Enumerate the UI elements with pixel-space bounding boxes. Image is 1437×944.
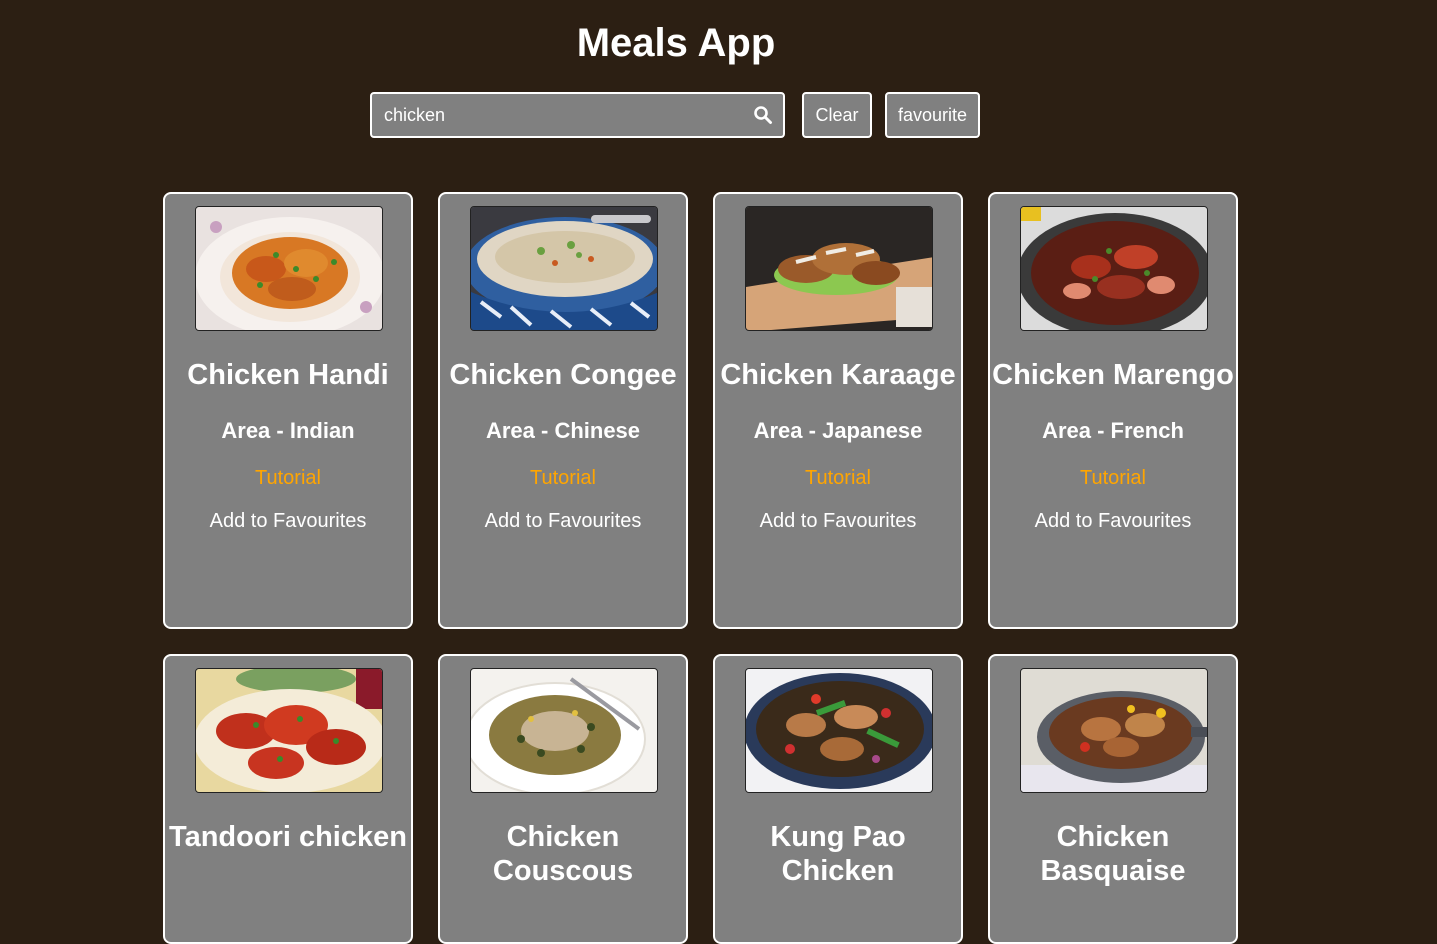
chicken-congee-photo [470,206,658,331]
tandoori-chicken-photo [195,668,383,793]
meal-area: Area - French [1042,418,1184,443]
meal-name: Kung Pao Chicken [770,821,906,887]
meal-card: Kung Pao Chicken [713,654,963,944]
meal-name: Chicken Couscous [492,821,634,887]
favourite-button[interactable]: favourite [885,92,980,138]
meal-name: Chicken Karaage [720,359,956,391]
search-box[interactable] [370,92,785,138]
meal-card: Chicken Congee Area - Chinese Tutorial A… [438,192,688,629]
chicken-marengo-photo [1020,206,1208,331]
tutorial-link[interactable]: Tutorial [715,466,961,490]
meal-area: Area - Chinese [485,418,641,443]
meal-area: Area - Indian [221,418,355,443]
meal-card: Tandoori chicken [163,654,413,944]
page-title: Meals App [576,21,776,65]
meal-card: Chicken Handi Area - Indian Tutorial Add… [163,192,413,629]
meal-card: Chicken Couscous [438,654,688,944]
search-input[interactable] [384,94,744,136]
meal-name: Chicken Basquaise [1040,821,1186,887]
tutorial-link[interactable]: Tutorial [165,466,411,490]
meal-card: Chicken Basquaise [988,654,1238,944]
tutorial-link[interactable]: Tutorial [440,466,686,490]
chicken-couscous-photo [470,668,658,793]
chicken-karaage-photo [745,206,933,331]
meal-name: Chicken Marengo [992,359,1234,391]
meal-name: Chicken Congee [449,359,677,391]
add-to-favourites-button[interactable]: Add to Favourites [990,509,1236,533]
clear-button[interactable]: Clear [802,92,872,138]
meal-name: Tandoori chicken [169,821,407,853]
chicken-basquaise-photo [1020,668,1208,793]
meal-name: Chicken Handi [187,359,389,391]
add-to-favourites-button[interactable]: Add to Favourites [165,509,411,533]
add-to-favourites-button[interactable]: Add to Favourites [715,509,961,533]
meal-card: Chicken Karaage Area - Japanese Tutorial… [713,192,963,629]
meal-card: Chicken Marengo Area - French Tutorial A… [988,192,1238,629]
chicken-handi-photo [195,206,383,331]
add-to-favourites-button[interactable]: Add to Favourites [440,509,686,533]
search-icon[interactable] [753,105,773,125]
tutorial-link[interactable]: Tutorial [990,466,1236,490]
kung-pao-chicken-photo [745,668,933,793]
meal-area: Area - Japanese [753,418,923,443]
